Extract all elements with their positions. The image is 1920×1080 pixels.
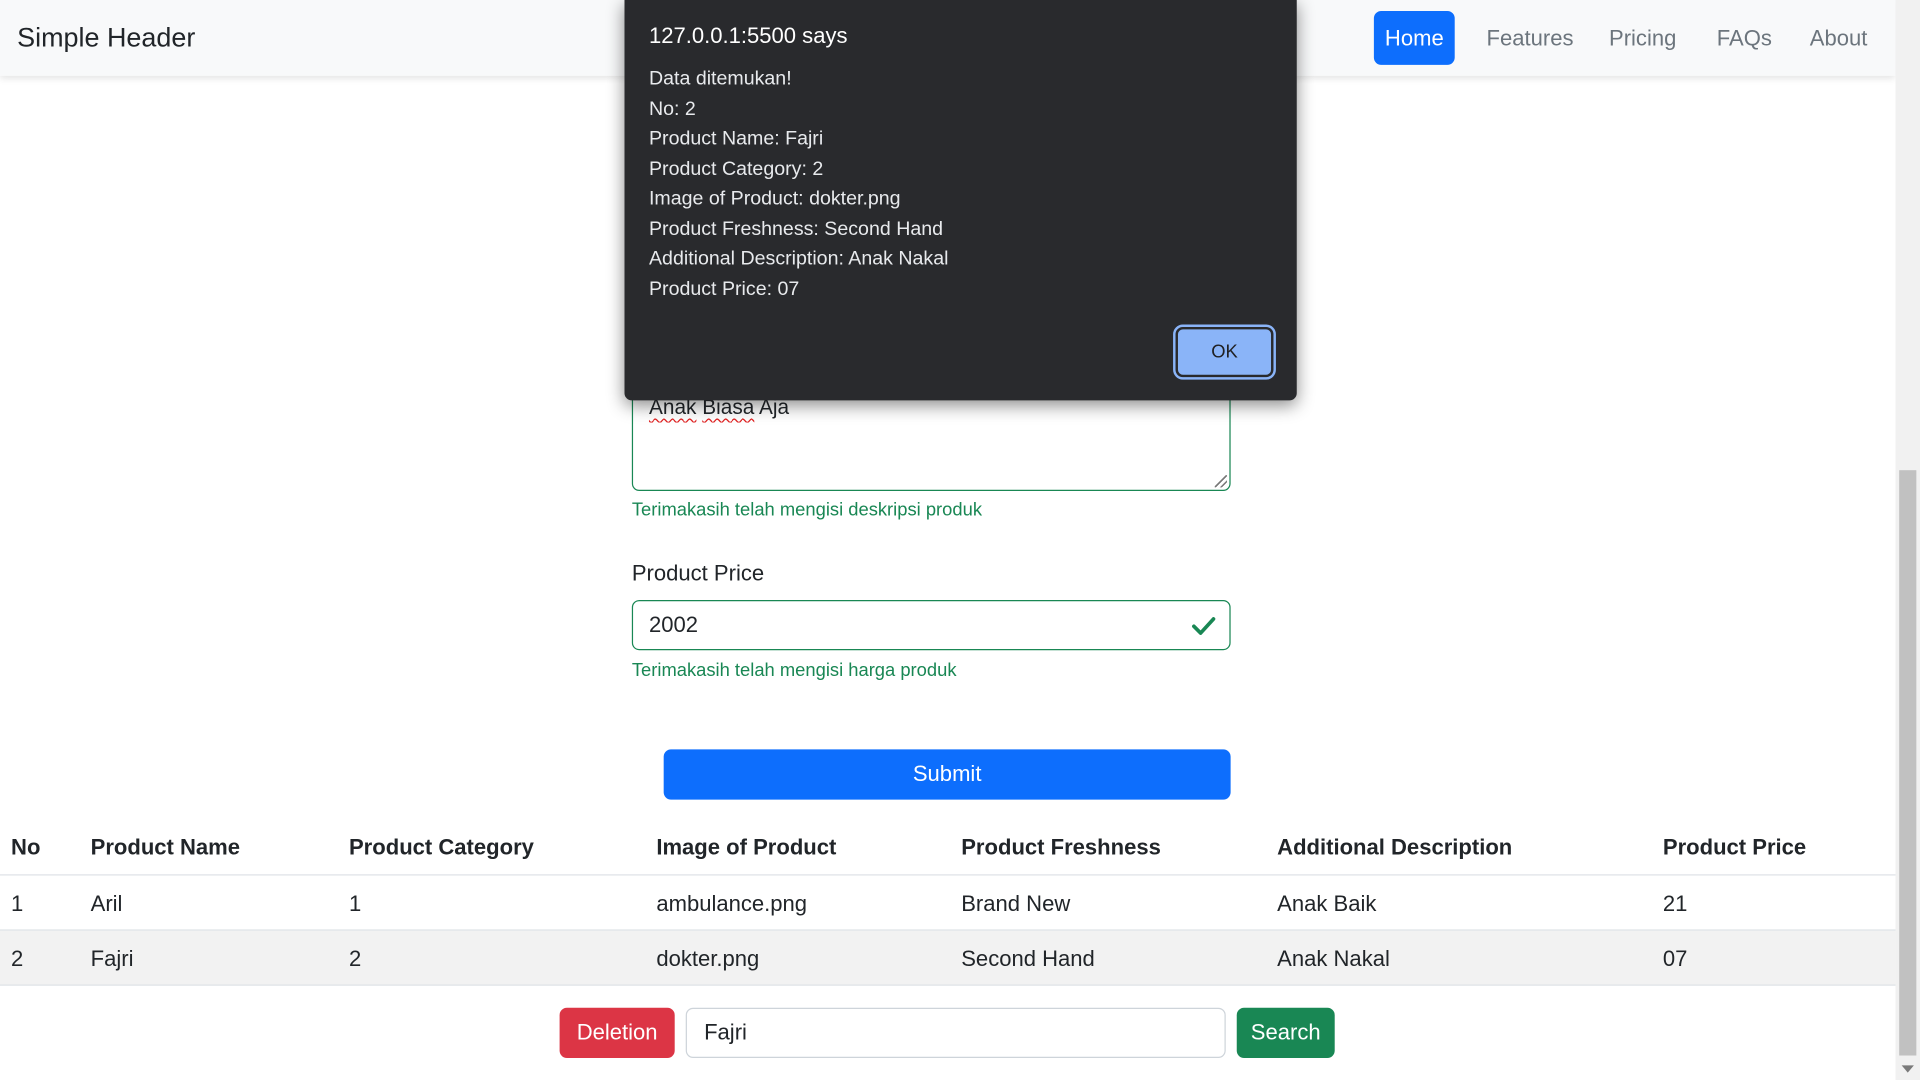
description-feedback: Terimakasih telah mengisi deskripsi prod…: [631, 499, 983, 521]
cell-no: 2: [11, 946, 24, 972]
price-feedback: Terimakasih telah mengisi harga produk: [631, 660, 957, 681]
resize-handle-icon[interactable]: [1214, 475, 1227, 488]
ok-button[interactable]: OK: [1173, 324, 1276, 380]
nav-home[interactable]: Home: [1373, 11, 1455, 65]
cell-image: dokter.png: [656, 946, 760, 972]
price-input[interactable]: 2002: [631, 600, 1231, 651]
price-label: Product Price: [631, 560, 765, 586]
nav-features[interactable]: Features: [1476, 11, 1585, 65]
nav-pricing[interactable]: Pricing: [1598, 11, 1687, 65]
cell-description: Anak Baik: [1277, 891, 1377, 916]
th-additional-description: Additional Description: [1277, 835, 1513, 860]
cell-product-name: Fajri: [90, 946, 134, 972]
th-no: No: [11, 835, 41, 860]
search-value: Fajri: [704, 1020, 747, 1045]
dialog-title: 127.0.0.1:5500 says: [648, 23, 848, 48]
table-row-striped: [0, 930, 1896, 985]
th-product-category: Product Category: [348, 835, 534, 860]
scrollbar-thumb[interactable]: [1899, 470, 1917, 1056]
th-product-name: Product Name: [90, 835, 241, 860]
cell-freshness: Second Hand: [961, 946, 1095, 972]
page: Simple Header Home Features Pricing FAQs…: [0, 0, 1920, 1080]
brand-title[interactable]: Simple Header: [17, 22, 195, 54]
cell-product-category: 1: [348, 891, 362, 916]
dialog-line: Product Name: Fajri: [648, 128, 824, 150]
cell-description: Anak Nakal: [1277, 946, 1390, 972]
check-icon: [1192, 617, 1216, 635]
nav-about[interactable]: About: [1799, 11, 1879, 65]
cell-freshness: Brand New: [961, 891, 1071, 916]
dialog-line: Image of Product: dokter.png: [648, 188, 901, 210]
cell-product-name: Aril: [90, 891, 123, 916]
submit-button[interactable]: Submit: [663, 749, 1231, 800]
alert-dialog: 127.0.0.1:5500 says Data ditemukan! No: …: [624, 0, 1297, 401]
dialog-line: Product Freshness: Second Hand: [648, 218, 944, 240]
search-button[interactable]: Search: [1236, 1007, 1335, 1058]
search-input[interactable]: Fajri: [685, 1007, 1226, 1058]
cell-no: 1: [11, 891, 24, 916]
th-product-price: Product Price: [1662, 835, 1807, 860]
scrollbar[interactable]: [1895, 0, 1920, 1080]
nav-faqs[interactable]: FAQs: [1706, 11, 1783, 65]
price-value: 2002: [648, 612, 699, 637]
table-divider: [0, 874, 1896, 876]
cell-price: 21: [1662, 891, 1688, 916]
dialog-line: No: 2: [648, 98, 696, 120]
dialog-line: Additional Description: Anak Nakal: [648, 248, 949, 270]
cell-price: 07: [1662, 946, 1688, 972]
dialog-line: Product Price: 07: [648, 278, 800, 300]
table-divider: [0, 984, 1896, 986]
dialog-line: Data ditemukan!: [648, 68, 792, 90]
scroll-down-arrow-icon[interactable]: [1901, 1065, 1914, 1073]
deletion-button[interactable]: Deletion: [559, 1007, 675, 1058]
th-product-freshness: Product Freshness: [961, 835, 1161, 860]
table-divider: [0, 929, 1896, 931]
description-textarea[interactable]: Anak Biasa Aja: [631, 386, 1231, 492]
th-image-of-product: Image of Product: [656, 835, 837, 860]
cell-image: ambulance.png: [656, 891, 808, 916]
cell-product-category: 2: [348, 946, 362, 972]
dialog-message: Data ditemukan! No: 2 Product Name: Fajr…: [649, 65, 948, 305]
dialog-line: Product Category: 2: [648, 158, 824, 180]
